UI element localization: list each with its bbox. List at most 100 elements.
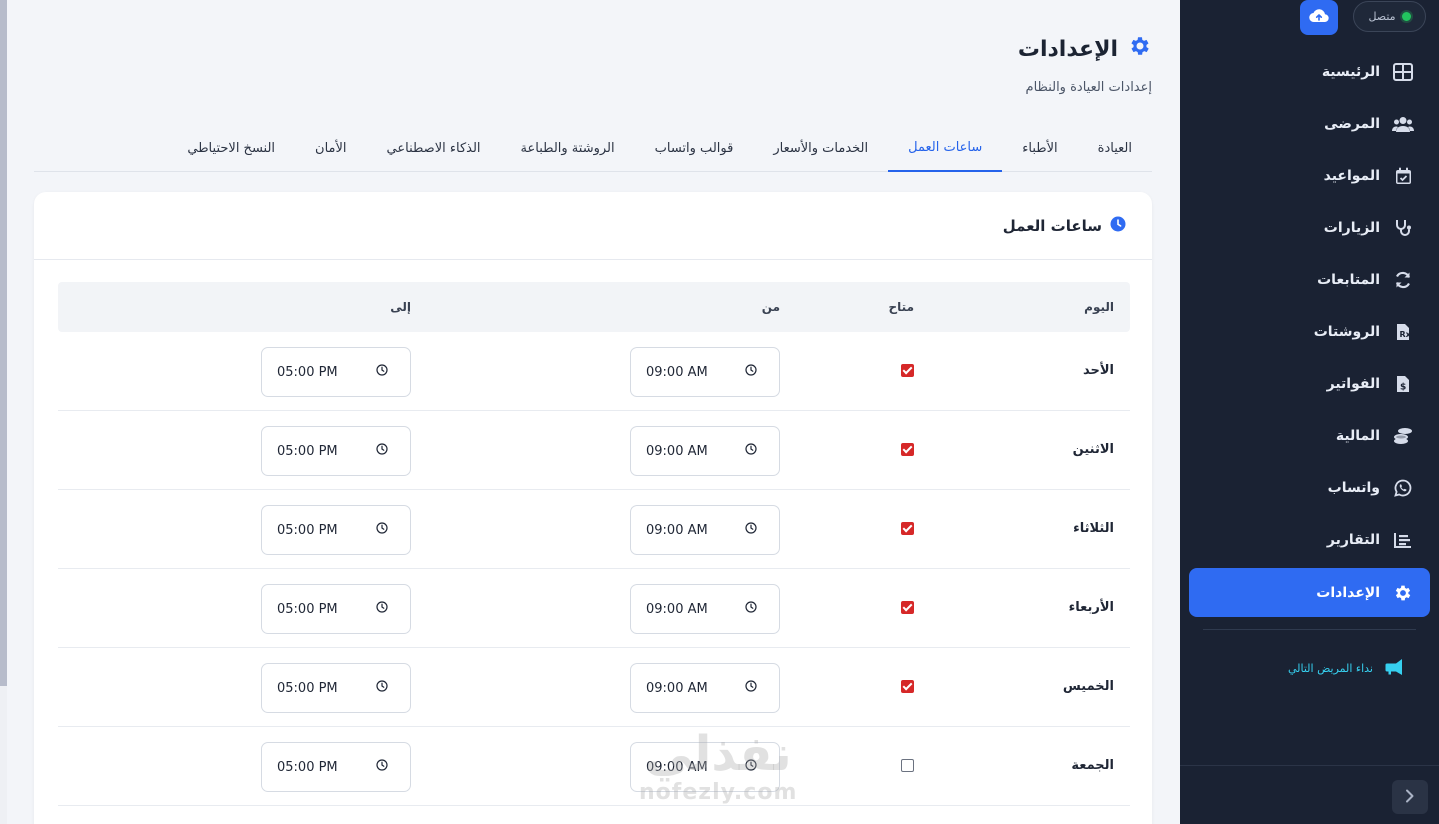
tab-working-hours[interactable]: ساعات العمل: [888, 124, 1003, 172]
sidebar-item-label: المرضى: [1324, 116, 1380, 132]
svg-text:$: $: [1400, 383, 1406, 393]
card-header: ساعات العمل: [34, 192, 1152, 260]
day-label: الأحد: [1082, 363, 1114, 378]
sidebar-item-reports[interactable]: التقارير: [1180, 514, 1439, 566]
to-time-input[interactable]: 05:00 PM: [261, 584, 411, 634]
settings-tabs: العيادة الأطباء ساعات العمل الخدمات والأ…: [34, 124, 1152, 172]
coins-icon: [1392, 425, 1414, 447]
clock-icon[interactable]: [376, 601, 388, 617]
col-from: من: [761, 300, 780, 314]
card-title: ساعات العمل: [1002, 216, 1102, 235]
sidebar-item-label: التقارير: [1326, 532, 1380, 548]
col-available: متاح: [888, 300, 914, 314]
time-value: 09:00 AM: [646, 443, 708, 459]
day-label: الجمعة: [1071, 758, 1114, 773]
day-label: الخميس: [1062, 679, 1114, 694]
clock-icon[interactable]: [745, 443, 757, 459]
clock-icon[interactable]: [745, 522, 757, 538]
prescription-icon: Rx: [1392, 321, 1414, 343]
sidebar-item-label: الإعدادات: [1316, 584, 1380, 601]
sidebar-item-invoices[interactable]: الفواتير $: [1180, 358, 1439, 410]
collapse-sidebar-button[interactable]: [1392, 780, 1428, 814]
sidebar-nav: الرئيسية المرضى المواعيد الزيارات المتابعات ا…: [1180, 46, 1439, 630]
sidebar-item-visits[interactable]: الزيارات: [1180, 202, 1439, 254]
clock-icon[interactable]: [745, 680, 757, 696]
tab-doctors[interactable]: الأطباء: [1002, 124, 1077, 172]
page-title-text: الإعدادات: [1017, 36, 1118, 62]
sidebar-item-label: المواعيد: [1323, 168, 1380, 184]
available-checkbox[interactable]: [901, 759, 914, 772]
tab-prescription-printing[interactable]: الروشتة والطباعة: [501, 124, 635, 172]
cloud-sync-button[interactable]: [1300, 0, 1338, 35]
time-value: 05:00 PM: [277, 601, 338, 617]
clock-icon[interactable]: [745, 759, 757, 775]
time-value: 05:00 PM: [277, 522, 338, 538]
table-row: الاثنين 09:00 AM 05:00 PM: [58, 411, 1130, 490]
tab-ai[interactable]: الذكاء الاصطناعي: [367, 124, 501, 172]
from-time-input[interactable]: 09:00 AM: [630, 426, 780, 476]
calendar-check-icon: [1392, 165, 1414, 187]
available-checkbox[interactable]: [901, 364, 914, 377]
online-dot-icon: [1401, 12, 1411, 21]
to-time-input[interactable]: 05:00 PM: [261, 742, 411, 792]
clock-icon[interactable]: [376, 443, 388, 459]
sidebar-item-label: واتساب: [1327, 480, 1380, 496]
to-time-input[interactable]: 05:00 PM: [261, 347, 411, 397]
time-value: 09:00 AM: [646, 364, 708, 380]
from-time-input[interactable]: 09:00 AM: [630, 663, 780, 713]
to-time-input[interactable]: 05:00 PM: [261, 505, 411, 555]
clock-icon[interactable]: [376, 759, 388, 775]
call-next-patient-button[interactable]: نداء المريض التالي: [1288, 658, 1405, 679]
time-value: 09:00 AM: [646, 680, 708, 696]
clock-icon: [1110, 216, 1126, 236]
page-title: الإعدادات: [1018, 34, 1152, 64]
sidebar-item-label: الفواتير: [1326, 376, 1380, 392]
sidebar-item-settings[interactable]: الإعدادات: [1189, 568, 1430, 617]
table-row: الجمعة 09:00 AM 05:00 PM: [58, 727, 1130, 806]
sidebar-top: متصل: [1180, 0, 1439, 40]
clock-icon[interactable]: [376, 680, 388, 696]
scrollbar-rest: [0, 686, 7, 824]
from-time-input[interactable]: 09:00 AM: [630, 584, 780, 634]
clock-icon[interactable]: [745, 601, 757, 617]
available-checkbox[interactable]: [901, 680, 914, 693]
sidebar-item-home[interactable]: الرئيسية: [1180, 46, 1439, 98]
sidebar-item-label: الزيارات: [1323, 220, 1380, 236]
bar-chart-icon: [1392, 529, 1414, 551]
sidebar-item-appointments[interactable]: المواعيد: [1180, 150, 1439, 202]
clock-icon[interactable]: [376, 364, 388, 380]
sidebar-item-whatsapp[interactable]: واتساب: [1180, 462, 1439, 514]
from-time-input[interactable]: 09:00 AM: [630, 347, 780, 397]
day-label: الأربعاء: [1068, 600, 1114, 615]
tab-clinic[interactable]: العيادة: [1078, 124, 1152, 172]
sidebar-item-patients[interactable]: المرضى: [1180, 98, 1439, 150]
sidebar-item-followups[interactable]: المتابعات: [1180, 254, 1439, 306]
hours-table: اليوم متاح من إلى الأحد 09:00 AM 05:00 PM ا…: [58, 282, 1130, 806]
table-row: الأحد 09:00 AM 05:00 PM: [58, 332, 1130, 411]
tab-backup[interactable]: النسخ الاحتياطي: [167, 124, 295, 172]
available-checkbox[interactable]: [901, 443, 914, 456]
tab-security[interactable]: الأمان: [295, 124, 367, 172]
tab-whatsapp-templates[interactable]: قوالب واتساب: [635, 124, 754, 172]
from-time-input[interactable]: 09:00 AM: [630, 505, 780, 555]
to-time-input[interactable]: 05:00 PM: [261, 663, 411, 713]
table-row: الثلاثاء 09:00 AM 05:00 PM: [58, 490, 1130, 569]
to-time-input[interactable]: 05:00 PM: [261, 426, 411, 476]
available-checkbox[interactable]: [901, 522, 914, 535]
col-to: إلى: [390, 300, 411, 314]
connection-status: متصل: [1353, 1, 1426, 32]
tab-services-prices[interactable]: الخدمات والأسعار: [753, 124, 888, 172]
sidebar-item-prescriptions[interactable]: الروشتات Rx: [1180, 306, 1439, 358]
gear-icon: [1128, 34, 1152, 64]
sidebar-item-finance[interactable]: المالية: [1180, 410, 1439, 462]
clock-icon[interactable]: [745, 364, 757, 380]
time-value: 05:00 PM: [277, 759, 338, 775]
scrollbar-track[interactable]: [0, 0, 7, 686]
available-checkbox[interactable]: [901, 601, 914, 614]
table-row: الأربعاء 09:00 AM 05:00 PM: [58, 569, 1130, 648]
from-time-input[interactable]: 09:00 AM: [630, 742, 780, 792]
clock-icon[interactable]: [376, 522, 388, 538]
cloud-upload-icon: [1309, 8, 1329, 28]
time-value: 05:00 PM: [277, 364, 338, 380]
table-row: الخميس 09:00 AM 05:00 PM: [58, 648, 1130, 727]
